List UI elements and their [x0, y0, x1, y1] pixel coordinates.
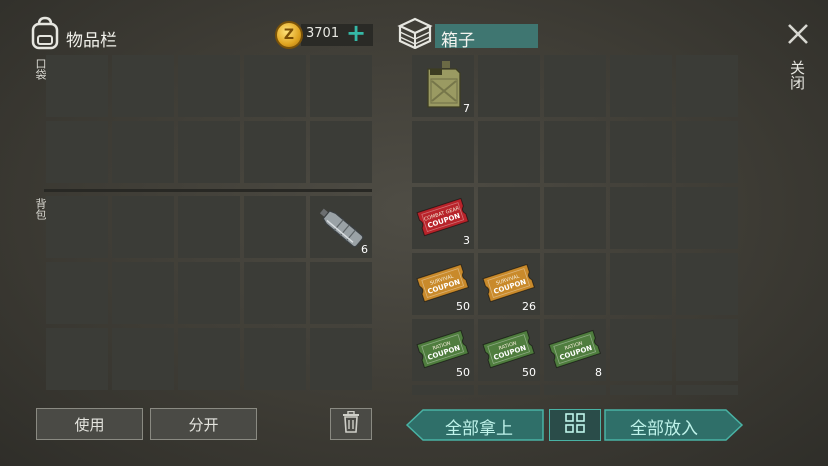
section-divider [44, 189, 372, 192]
inventory-slot[interactable] [178, 262, 240, 324]
inventory-slot[interactable] [178, 121, 240, 183]
inventory-slot[interactable] [544, 55, 606, 117]
item-count: 7 [463, 102, 470, 115]
inventory-slot[interactable] [544, 253, 606, 315]
inventory-slot[interactable] [676, 55, 738, 117]
inventory-slot[interactable] [46, 196, 108, 258]
close-button-label[interactable]: 关闭 [788, 60, 808, 90]
inventory-slot[interactable] [244, 121, 306, 183]
close-icon[interactable] [786, 22, 810, 46]
inventory-slot[interactable] [244, 196, 306, 258]
item-count: 6 [361, 243, 368, 256]
item-count: 50 [456, 300, 470, 313]
inventory-slot[interactable] [478, 385, 540, 395]
inventory-slot[interactable] [610, 187, 672, 249]
split-button[interactable]: 分开 [150, 408, 257, 440]
item-count: 50 [522, 366, 536, 379]
inventory-slot[interactable] [676, 121, 738, 183]
inventory-slot[interactable] [244, 55, 306, 117]
item-count: 8 [595, 366, 602, 379]
inventory-slot[interactable]: 7 [412, 55, 474, 117]
inventory-slot[interactable] [310, 121, 372, 183]
put-all-label: 全部放入 [630, 419, 698, 439]
inventory-slot[interactable] [610, 385, 672, 395]
inventory-slot[interactable] [544, 187, 606, 249]
item-count: 50 [456, 366, 470, 379]
inventory-slot[interactable] [610, 55, 672, 117]
inventory-slot[interactable] [178, 196, 240, 258]
inventory-slot[interactable] [544, 121, 606, 183]
inventory-slot[interactable] [244, 328, 306, 390]
inventory-slot[interactable]: COMBAT GEAR COUPON 3 [412, 187, 474, 249]
use-button[interactable]: 使用 [36, 408, 143, 440]
inventory-slot[interactable] [112, 55, 174, 117]
take-all-button[interactable]: 全部拿上 [405, 409, 545, 441]
inventory-slot[interactable] [544, 385, 606, 395]
inventory-slot[interactable] [310, 262, 372, 324]
take-all-label: 全部拿上 [445, 419, 513, 439]
container-title: 箱子 [441, 31, 475, 51]
crate-icon [397, 17, 433, 50]
inventory-slot[interactable]: SURVIVAL COUPON 50 [412, 253, 474, 315]
inventory-slot[interactable] [112, 196, 174, 258]
inventory-slot[interactable] [310, 328, 372, 390]
inventory-slot[interactable] [46, 55, 108, 117]
inventory-slot[interactable] [46, 121, 108, 183]
inventory-slot[interactable] [478, 55, 540, 117]
inventory-slot[interactable] [112, 328, 174, 390]
inventory-slot[interactable]: 6 [310, 196, 372, 258]
inventory-title: 物品栏 [66, 31, 117, 51]
item-count: 26 [522, 300, 536, 313]
sort-grid-icon [565, 413, 585, 437]
sort-button[interactable] [549, 409, 601, 441]
container-grid: 7 COMBAT GEAR COUPON 3 SURVIVAL COUPON 50 SURVI… [412, 55, 738, 395]
inventory-slot[interactable]: RATION COUPON 50 [412, 319, 474, 381]
add-currency-button[interactable]: + [346, 20, 366, 46]
inventory-slot[interactable] [112, 262, 174, 324]
pocket-grid [46, 55, 372, 183]
inventory-slot[interactable] [112, 121, 174, 183]
inventory-slot[interactable] [412, 121, 474, 183]
inventory-slot[interactable] [676, 253, 738, 315]
inventory-slot[interactable] [46, 262, 108, 324]
inventory-slot[interactable]: SURVIVAL COUPON 26 [478, 253, 540, 315]
inventory-slot[interactable] [610, 319, 672, 381]
backpack-icon [30, 16, 60, 50]
trash-button[interactable] [330, 408, 372, 440]
inventory-slot[interactable] [610, 253, 672, 315]
trash-icon [342, 410, 360, 437]
inventory-slot[interactable] [478, 121, 540, 183]
inventory-slot[interactable] [610, 121, 672, 183]
inventory-slot[interactable] [412, 385, 474, 395]
inventory-slot[interactable] [676, 319, 738, 381]
inventory-slot[interactable]: RATION COUPON 50 [478, 319, 540, 381]
inventory-slot[interactable] [676, 187, 738, 249]
inventory-slot[interactable] [676, 385, 738, 395]
inventory-slot[interactable] [178, 328, 240, 390]
coin-icon: Z [275, 21, 303, 49]
inventory-slot[interactable] [478, 187, 540, 249]
item-count: 3 [463, 234, 470, 247]
backpack-grid: 6 [46, 196, 372, 390]
put-all-button[interactable]: 全部放入 [604, 409, 744, 441]
coin-amount: 3701 [306, 26, 340, 41]
inventory-slot[interactable] [46, 328, 108, 390]
inventory-slot[interactable] [178, 55, 240, 117]
inventory-slot[interactable]: RATION COUPON 8 [544, 319, 606, 381]
inventory-slot[interactable] [310, 55, 372, 117]
inventory-slot[interactable] [244, 262, 306, 324]
